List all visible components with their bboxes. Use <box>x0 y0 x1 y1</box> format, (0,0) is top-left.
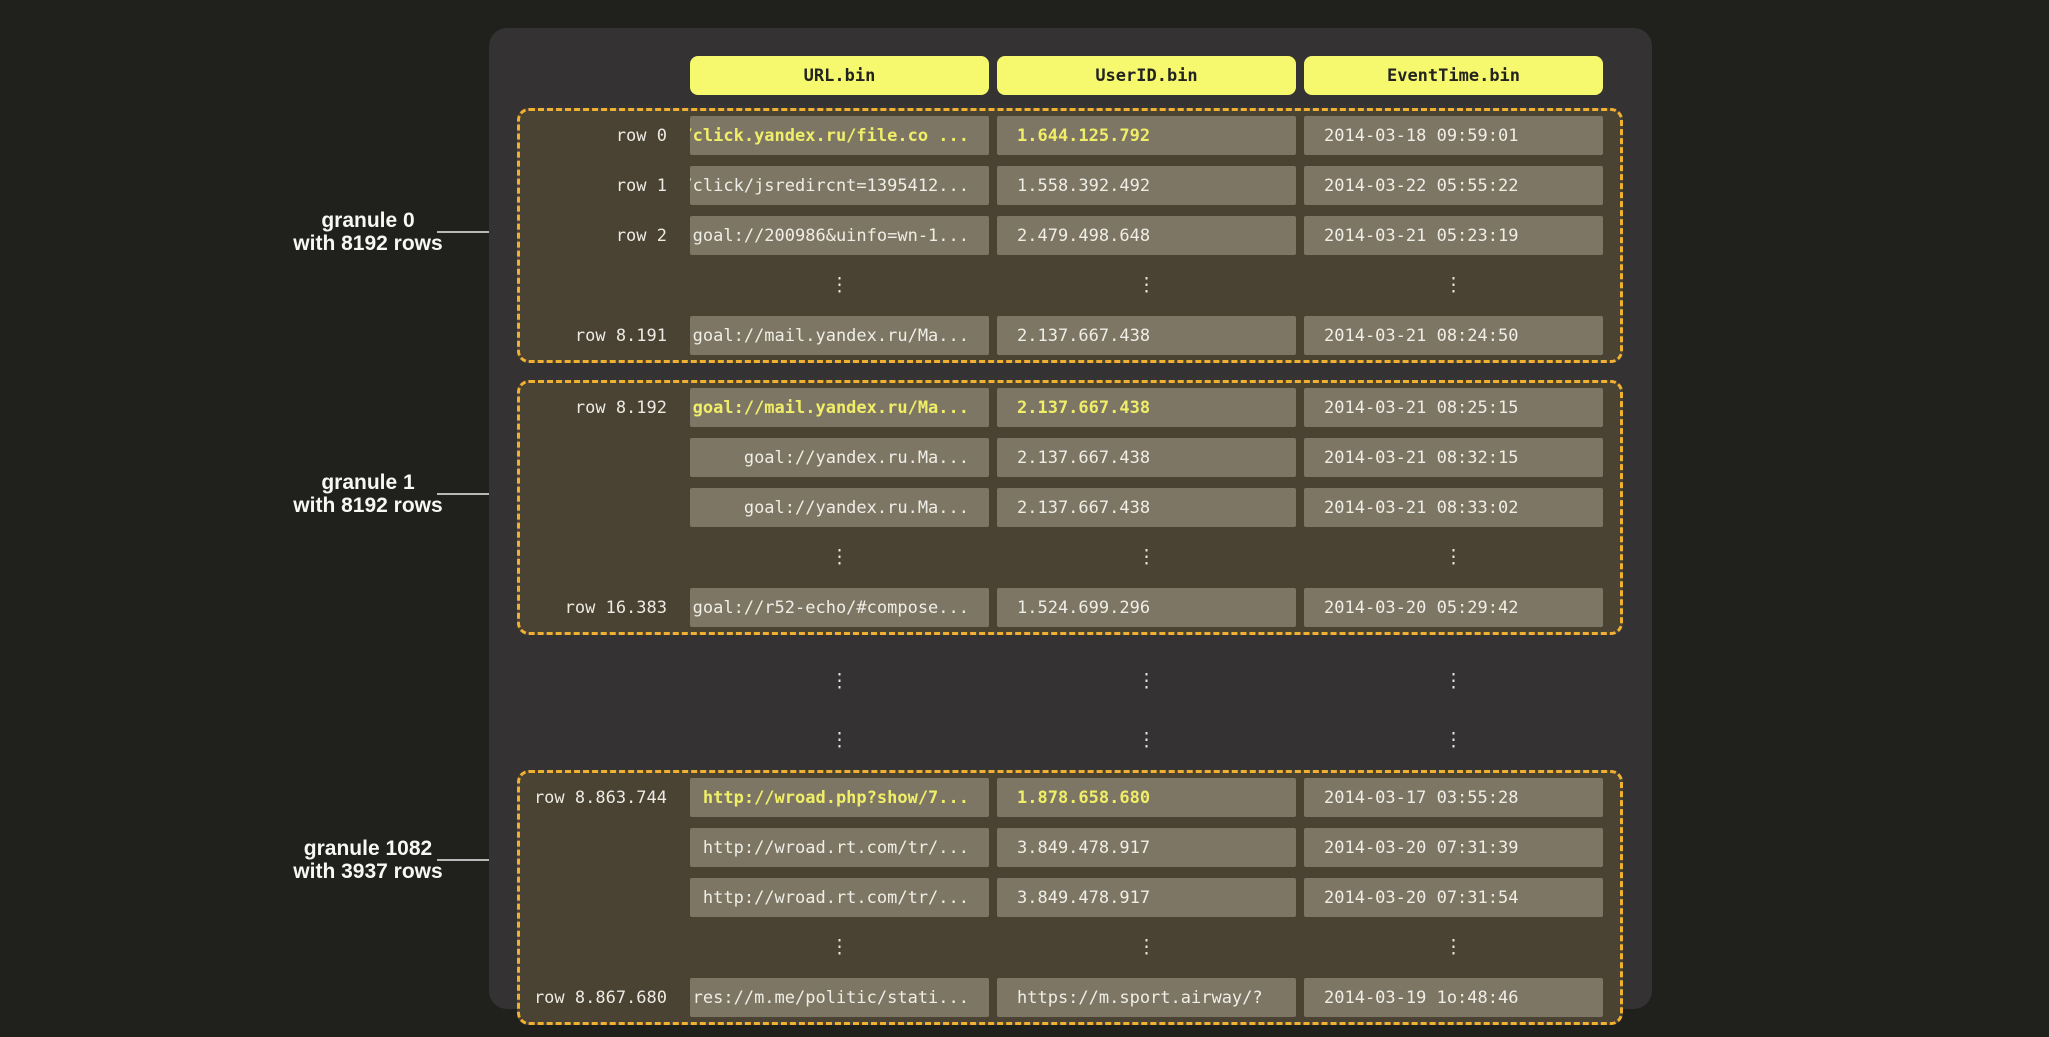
row-label: row 8.191 <box>520 326 682 346</box>
url-cell: goal://mail.yandex.ru/Ma... <box>690 388 989 427</box>
row-label: row 2 <box>520 226 682 246</box>
userid-cell: 1.524.699.296 <box>997 588 1296 627</box>
granule-diagram: granule 0 with 8192 rows granule 1 with … <box>0 0 2049 1037</box>
userid-cell: 2.137.667.438 <box>997 388 1296 427</box>
vertical-ellipsis-icon: ⋮ <box>690 672 989 691</box>
userid-cell: 3.849.478.917 <box>997 828 1296 867</box>
granule-0-box: row 0 /click.yandex.ru/file.co ... 1.644… <box>517 108 1623 363</box>
url-cell: /click.yandex.ru/file.co ... <box>690 116 989 155</box>
granule-0-label-line2: with 8192 rows <box>263 232 473 255</box>
table-row: row 2 goal://200986&uinfo=wn-1... 2.479.… <box>520 216 1620 255</box>
table-row: row 8.191 goal://mail.yandex.ru/Ma... 2.… <box>520 316 1620 355</box>
url-cell: http://wroad.php?show/7... <box>690 778 989 817</box>
userid-cell: 1.878.658.680 <box>997 778 1296 817</box>
url-cell: goal://mail.yandex.ru/Ma... <box>690 316 989 355</box>
url-cell: goal://200986&uinfo=wn-1... <box>690 216 989 255</box>
granule-1082-box: row 8.863.744 http://wroad.php?show/7...… <box>517 770 1623 1025</box>
url-cell: http://wroad.rt.com/tr/... <box>690 878 989 917</box>
header-userid-bin: UserID.bin <box>997 56 1296 95</box>
ellipsis-row: ⋮ ⋮ ⋮ <box>520 672 1652 691</box>
row-label: row 8.863.744 <box>520 788 682 808</box>
vertical-ellipsis-icon: ⋮ <box>1304 731 1603 750</box>
userid-cell: 1.644.125.792 <box>997 116 1296 155</box>
granule-1-box: row 8.192 goal://mail.yandex.ru/Ma... 2.… <box>517 380 1623 635</box>
ellipsis-row: ⋮ ⋮ ⋮ <box>520 266 1620 305</box>
table-row: goal://yandex.ru.Ma... 2.137.667.438 201… <box>520 438 1620 477</box>
table-row: http://wroad.rt.com/tr/... 3.849.478.917… <box>520 828 1620 867</box>
eventtime-cell: 2014-03-19 1o:48:46 <box>1304 978 1603 1017</box>
eventtime-cell: 2014-03-17 03:55:28 <box>1304 778 1603 817</box>
vertical-ellipsis-icon: ⋮ <box>997 548 1296 567</box>
userid-cell: 1.558.392.492 <box>997 166 1296 205</box>
granule-1082-label-line1: granule 1082 <box>263 837 473 860</box>
vertical-ellipsis-icon: ⋮ <box>1304 276 1603 295</box>
vertical-ellipsis-icon: ⋮ <box>690 731 989 750</box>
omitted-granules-ellipsis: ⋮ ⋮ ⋮ ⋮ ⋮ ⋮ <box>520 652 1652 770</box>
granule-0-label-line1: granule 0 <box>263 209 473 232</box>
url-cell: /click/jsredircnt=1395412... <box>690 166 989 205</box>
row-label: row 1 <box>520 176 682 196</box>
table-row: row 0 /click.yandex.ru/file.co ... 1.644… <box>520 116 1620 155</box>
url-cell: goal://r52-echo/#compose... <box>690 588 989 627</box>
eventtime-cell: 2014-03-21 05:23:19 <box>1304 216 1603 255</box>
table-row: row 8.192 goal://mail.yandex.ru/Ma... 2.… <box>520 388 1620 427</box>
vertical-ellipsis-icon: ⋮ <box>690 938 989 957</box>
vertical-ellipsis-icon: ⋮ <box>690 276 989 295</box>
row-label: row 16.383 <box>520 598 682 618</box>
vertical-ellipsis-icon: ⋮ <box>997 731 1296 750</box>
userid-cell: 3.849.478.917 <box>997 878 1296 917</box>
header-url-bin: URL.bin <box>690 56 989 95</box>
url-cell: goal://yandex.ru.Ma... <box>690 438 989 477</box>
url-cell: goal://yandex.ru.Ma... <box>690 488 989 527</box>
userid-cell: 2.137.667.438 <box>997 316 1296 355</box>
column-header-row: URL.bin UserID.bin EventTime.bin <box>520 56 1652 95</box>
url-cell: res://m.me/politic/stati... <box>690 978 989 1017</box>
granule-1-label-line2: with 8192 rows <box>263 494 473 517</box>
row-label: row 0 <box>520 126 682 146</box>
row-label: row 8.192 <box>520 398 682 418</box>
table-row: row 8.863.744 http://wroad.php?show/7...… <box>520 778 1620 817</box>
vertical-ellipsis-icon: ⋮ <box>1304 672 1603 691</box>
userid-cell: 2.137.667.438 <box>997 488 1296 527</box>
table-row: row 16.383 goal://r52-echo/#compose... 1… <box>520 588 1620 627</box>
row-label: row 8.867.680 <box>520 988 682 1008</box>
eventtime-cell: 2014-03-20 05:29:42 <box>1304 588 1603 627</box>
url-cell: http://wroad.rt.com/tr/... <box>690 828 989 867</box>
granule-1-label-line1: granule 1 <box>263 471 473 494</box>
ellipsis-row: ⋮ ⋮ ⋮ <box>520 731 1652 750</box>
column-files-panel: URL.bin UserID.bin EventTime.bin row 0 /… <box>489 28 1652 1009</box>
userid-cell: https://m.sport.airway/? <box>997 978 1296 1017</box>
vertical-ellipsis-icon: ⋮ <box>997 938 1296 957</box>
userid-cell: 2.137.667.438 <box>997 438 1296 477</box>
table-row: http://wroad.rt.com/tr/... 3.849.478.917… <box>520 878 1620 917</box>
eventtime-cell: 2014-03-21 08:24:50 <box>1304 316 1603 355</box>
table-row: row 8.867.680 res://m.me/politic/stati..… <box>520 978 1620 1017</box>
ellipsis-row: ⋮ ⋮ ⋮ <box>520 928 1620 967</box>
header-eventtime-bin: EventTime.bin <box>1304 56 1603 95</box>
eventtime-cell: 2014-03-22 05:55:22 <box>1304 166 1603 205</box>
userid-cell: 2.479.498.648 <box>997 216 1296 255</box>
vertical-ellipsis-icon: ⋮ <box>690 548 989 567</box>
vertical-ellipsis-icon: ⋮ <box>1304 938 1603 957</box>
eventtime-cell: 2014-03-20 07:31:39 <box>1304 828 1603 867</box>
eventtime-cell: 2014-03-21 08:25:15 <box>1304 388 1603 427</box>
vertical-ellipsis-icon: ⋮ <box>1304 548 1603 567</box>
eventtime-cell: 2014-03-20 07:31:54 <box>1304 878 1603 917</box>
eventtime-cell: 2014-03-18 09:59:01 <box>1304 116 1603 155</box>
vertical-ellipsis-icon: ⋮ <box>997 672 1296 691</box>
eventtime-cell: 2014-03-21 08:33:02 <box>1304 488 1603 527</box>
table-row: goal://yandex.ru.Ma... 2.137.667.438 201… <box>520 488 1620 527</box>
eventtime-cell: 2014-03-21 08:32:15 <box>1304 438 1603 477</box>
granule-1082-label-line2: with 3937 rows <box>263 860 473 883</box>
table-row: row 1 /click/jsredircnt=1395412... 1.558… <box>520 166 1620 205</box>
ellipsis-row: ⋮ ⋮ ⋮ <box>520 538 1620 577</box>
vertical-ellipsis-icon: ⋮ <box>997 276 1296 295</box>
